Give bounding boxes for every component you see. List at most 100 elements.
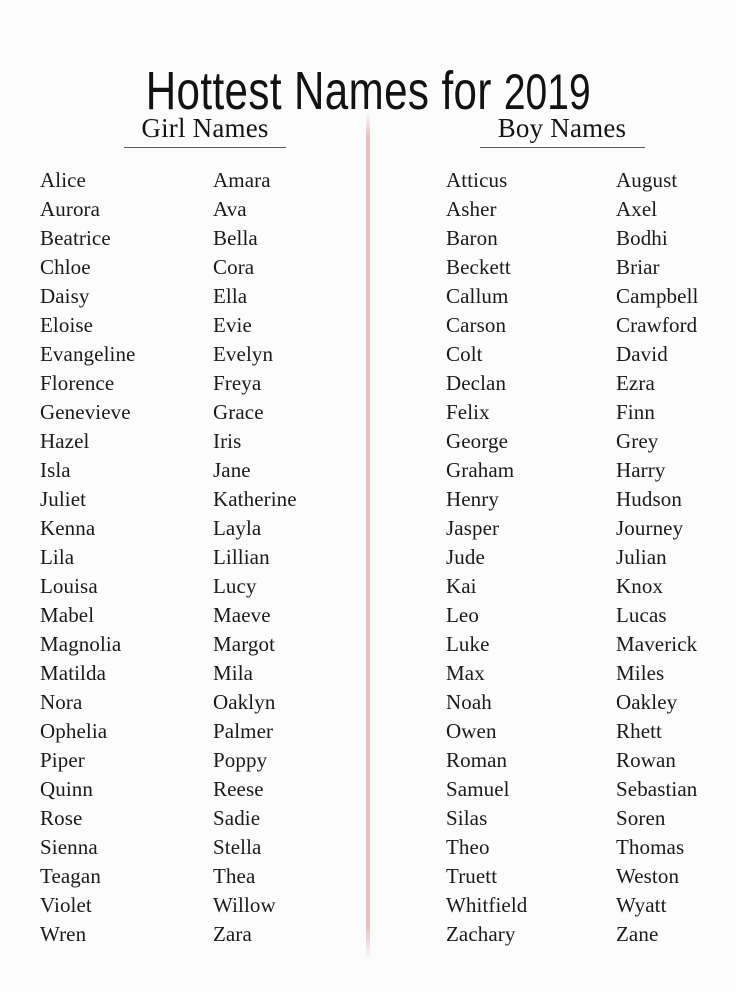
name-item: Cora bbox=[213, 255, 255, 279]
name-item: Ava bbox=[213, 197, 247, 221]
section-underline-girls bbox=[124, 147, 286, 148]
name-item: Lillian bbox=[213, 545, 270, 569]
name-item: Maeve bbox=[213, 603, 271, 627]
name-item: Silas bbox=[446, 806, 488, 830]
name-item: Margot bbox=[213, 632, 276, 656]
name-item: Bodhi bbox=[616, 226, 668, 250]
name-item: Mila bbox=[213, 661, 254, 685]
name-item: Crawford bbox=[616, 313, 698, 337]
name-item: August bbox=[616, 168, 678, 192]
name-item: Magnolia bbox=[40, 632, 122, 656]
name-item: Noah bbox=[446, 690, 492, 714]
name-item: Aurora bbox=[40, 197, 101, 221]
name-item: Ophelia bbox=[40, 719, 108, 743]
name-item: Briar bbox=[616, 255, 660, 279]
name-item: Hudson bbox=[616, 487, 682, 511]
name-item: Declan bbox=[446, 371, 507, 395]
name-item: Leo bbox=[446, 603, 479, 627]
name-item: Ella bbox=[213, 284, 248, 308]
name-item: David bbox=[616, 342, 668, 366]
name-item: Beatrice bbox=[40, 226, 111, 250]
girl-names-column-2: Amara Ava Bella Cora Ella Evie Evelyn Freya Grac… bbox=[213, 166, 363, 949]
name-item: Layla bbox=[213, 516, 262, 540]
name-item: Maverick bbox=[616, 632, 698, 656]
name-item: Graham bbox=[446, 458, 515, 482]
name-item: Oakley bbox=[616, 690, 678, 714]
name-item: Oaklyn bbox=[213, 690, 276, 714]
name-item: Max bbox=[446, 661, 485, 685]
name-item: Eloise bbox=[40, 313, 94, 337]
name-item: Iris bbox=[213, 429, 242, 453]
name-item: Kai bbox=[446, 574, 477, 598]
vertical-divider bbox=[366, 112, 370, 960]
name-item: Louisa bbox=[40, 574, 98, 598]
name-item: Wren bbox=[40, 922, 87, 946]
name-item: Knox bbox=[616, 574, 664, 598]
girl-names-column-1: Alice Aurora Beatrice Chloe Daisy Eloise Evang… bbox=[40, 166, 210, 949]
name-item: Journey bbox=[616, 516, 684, 540]
section-title-boys: Boy Names bbox=[497, 113, 627, 143]
name-item: Reese bbox=[213, 777, 264, 801]
name-item: Nora bbox=[40, 690, 83, 714]
name-item: Beckett bbox=[446, 255, 511, 279]
name-item: Campbell bbox=[616, 284, 699, 308]
name-item: Palmer bbox=[213, 719, 274, 743]
name-item: Julian bbox=[616, 545, 667, 569]
name-item: Samuel bbox=[446, 777, 510, 801]
name-item: Henry bbox=[446, 487, 499, 511]
name-item: Axel bbox=[616, 197, 658, 221]
name-item: Truett bbox=[446, 864, 498, 888]
name-item: Grace bbox=[213, 400, 264, 424]
name-item: Alice bbox=[40, 168, 86, 192]
name-item: Jasper bbox=[446, 516, 500, 540]
name-item: Freya bbox=[213, 371, 262, 395]
name-item: Juliet bbox=[40, 487, 87, 511]
name-item: Ezra bbox=[616, 371, 655, 395]
name-item: Evie bbox=[213, 313, 252, 337]
name-item: Violet bbox=[40, 893, 92, 917]
name-item: Luke bbox=[446, 632, 490, 656]
name-item: Genevieve bbox=[40, 400, 131, 424]
name-item: Evangeline bbox=[40, 342, 136, 366]
name-item: Lila bbox=[40, 545, 75, 569]
name-item: Evelyn bbox=[213, 342, 274, 366]
name-item: Bella bbox=[213, 226, 258, 250]
name-item: Willow bbox=[213, 893, 276, 917]
name-item: Thomas bbox=[616, 835, 685, 859]
name-item: Zane bbox=[616, 922, 659, 946]
section-title-girls: Girl Names bbox=[141, 113, 269, 143]
name-item: Amara bbox=[213, 168, 271, 192]
name-item: Grey bbox=[616, 429, 659, 453]
boy-names-column-2: August Axel Bodhi Briar Campbell Crawford Davi… bbox=[616, 166, 736, 949]
name-item: Kenna bbox=[40, 516, 96, 540]
name-item: Lucas bbox=[616, 603, 667, 627]
name-item: Callum bbox=[446, 284, 509, 308]
section-header-girls: Girl Names bbox=[40, 112, 370, 148]
boy-names-column-1: Atticus Asher Baron Beckett Callum Carson Colt… bbox=[446, 166, 614, 949]
name-item: Sadie bbox=[213, 806, 261, 830]
names-poster: Hottest Names for 2019 Girl Names Boy Na… bbox=[0, 0, 736, 992]
name-item: Poppy bbox=[213, 748, 268, 772]
name-item: Sienna bbox=[40, 835, 98, 859]
name-item: Wyatt bbox=[616, 893, 667, 917]
name-item: Jane bbox=[213, 458, 251, 482]
name-item: Miles bbox=[616, 661, 665, 685]
name-item: Jude bbox=[446, 545, 485, 569]
name-item: Carson bbox=[446, 313, 507, 337]
section-underline-boys bbox=[479, 147, 645, 148]
name-item: Colt bbox=[446, 342, 483, 366]
name-item: Owen bbox=[446, 719, 497, 743]
name-item: Soren bbox=[616, 806, 666, 830]
name-item: Katherine bbox=[213, 487, 297, 511]
name-item: Lucy bbox=[213, 574, 257, 598]
name-item: Rose bbox=[40, 806, 83, 830]
name-item: Finn bbox=[616, 400, 655, 424]
name-item: Zachary bbox=[446, 922, 516, 946]
name-item: Quinn bbox=[40, 777, 93, 801]
name-item: Felix bbox=[446, 400, 490, 424]
name-item: Whitfield bbox=[446, 893, 528, 917]
name-item: Harry bbox=[616, 458, 666, 482]
name-item: Isla bbox=[40, 458, 71, 482]
name-item: Rowan bbox=[616, 748, 676, 772]
name-item: Asher bbox=[446, 197, 497, 221]
